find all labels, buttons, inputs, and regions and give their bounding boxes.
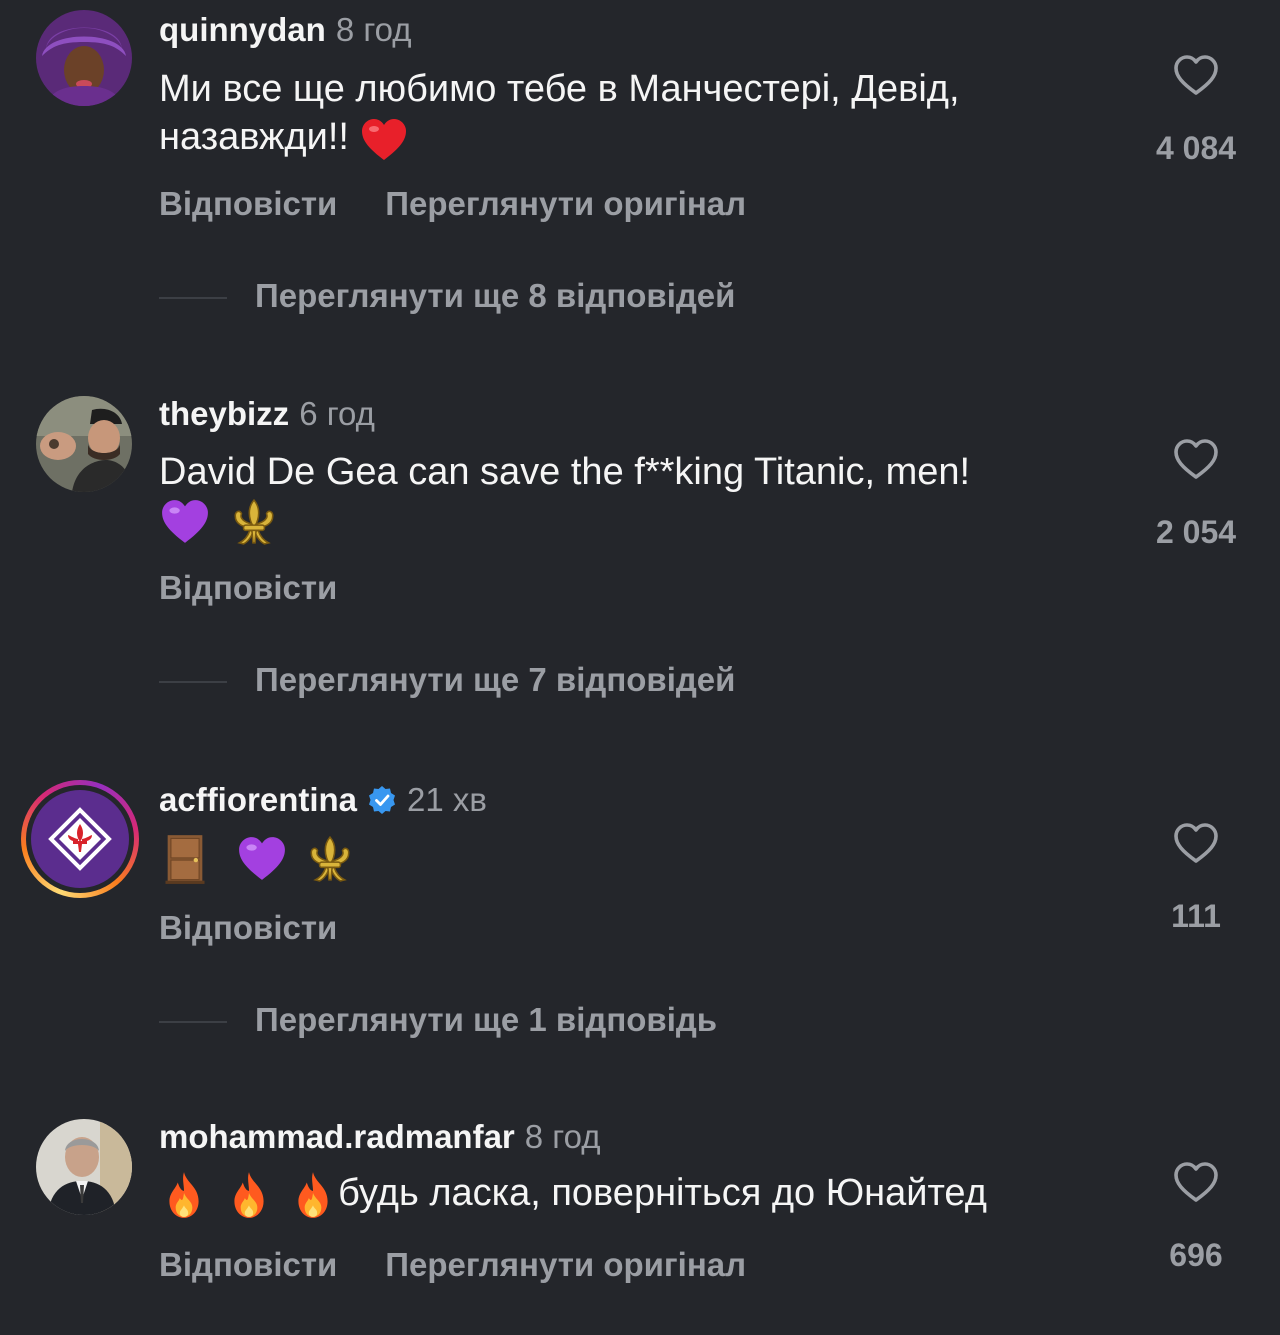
purple-heart-icon [159, 497, 211, 547]
comment-body: Ми все ще любимо тебе в Манчестері, Деві… [159, 68, 960, 158]
username[interactable]: acffiorentina [159, 781, 357, 818]
replies-divider [159, 297, 227, 300]
fire-icon [288, 1169, 338, 1221]
emoji-group [360, 114, 408, 164]
fire-icon [159, 1169, 209, 1221]
username[interactable]: mohammad.radmanfar [159, 1118, 515, 1155]
fleur-de-lis-icon [304, 834, 356, 884]
reply-button[interactable]: Відповісти [159, 569, 337, 606]
view-replies-button[interactable]: Переглянути ще 7 відповідей [159, 660, 735, 700]
reply-button[interactable]: Відповісти [159, 909, 337, 946]
comment-item: mohammad.radmanfar 8 год будь ласка, пове… [0, 1107, 1280, 1335]
replies-divider [159, 1021, 227, 1024]
emoji-group [159, 496, 280, 547]
heart-icon[interactable] [1171, 820, 1221, 868]
avatar[interactable] [36, 1119, 132, 1215]
view-original-button[interactable]: Переглянути оригінал [385, 185, 746, 222]
view-original-button[interactable]: Переглянути оригінал [385, 1246, 746, 1283]
reply-button[interactable]: Відповісти [159, 185, 337, 222]
username[interactable]: theybizz [159, 395, 289, 432]
comment-body: David De Gea can save the f**king Titani… [159, 451, 971, 493]
replies-divider [159, 681, 227, 684]
like-count: 2 054 [1155, 514, 1237, 550]
comment-item: theybizz 6 год David De Gea can save the … [0, 384, 1280, 724]
view-replies-label: Переглянути ще 7 відповідей [255, 661, 736, 698]
avatar[interactable] [36, 396, 132, 492]
heart-icon[interactable] [1171, 436, 1221, 484]
comment-body: будь ласка, поверніться до Юнайтед [338, 1172, 987, 1215]
view-replies-label: Переглянути ще 8 відповідей [255, 277, 736, 314]
verified-badge-icon [369, 786, 396, 814]
heart-icon[interactable] [1171, 52, 1221, 100]
view-replies-button[interactable]: Переглянути ще 1 відповідь [159, 1000, 717, 1040]
like-group: 111 [1150, 820, 1242, 936]
fire-icon [224, 1169, 274, 1221]
comment-time: 6 год [299, 395, 375, 432]
comment-text: David De Gea can save the f**king Titani… [159, 448, 1119, 547]
comment-time: 8 год [524, 1118, 601, 1155]
like-group: 4 084 [1150, 52, 1242, 168]
comment-item: quinnydan 8 год Ми все ще любимо тебе в М… [0, 0, 1280, 340]
view-replies-label: Переглянути ще 1 відповідь [255, 1001, 718, 1038]
emoji-group [159, 832, 356, 886]
comment-time: 21 хв [407, 781, 487, 818]
like-count: 111 [1171, 898, 1221, 934]
door-icon [159, 832, 211, 886]
reply-button[interactable]: Відповісти [159, 1246, 337, 1283]
story-ring[interactable] [21, 780, 139, 898]
comment-item: acffiorentina 21 хв Відповісти Перегляну… [0, 770, 1280, 1070]
like-count: 4 084 [1155, 130, 1237, 166]
like-count: 696 [1169, 1237, 1223, 1273]
view-replies-button[interactable]: Переглянути ще 8 відповідей [159, 276, 735, 316]
like-group: 2 054 [1150, 436, 1242, 552]
comment-text: будь ласка, поверніться до Юнайтед [159, 1169, 1119, 1221]
username[interactable]: quinnydan [159, 11, 326, 48]
comment-text [159, 832, 1119, 886]
comment-text: Ми все ще любимо тебе в Манчестері, Деві… [159, 65, 1119, 164]
purple-heart-icon [236, 834, 288, 884]
red-heart-icon [360, 116, 408, 164]
like-group: 696 [1150, 1159, 1242, 1275]
comment-time: 8 год [335, 11, 412, 48]
emoji-group [159, 1169, 338, 1221]
heart-icon[interactable] [1171, 1159, 1221, 1207]
avatar[interactable] [36, 10, 132, 106]
avatar [31, 790, 129, 888]
fleur-de-lis-icon [228, 497, 280, 547]
